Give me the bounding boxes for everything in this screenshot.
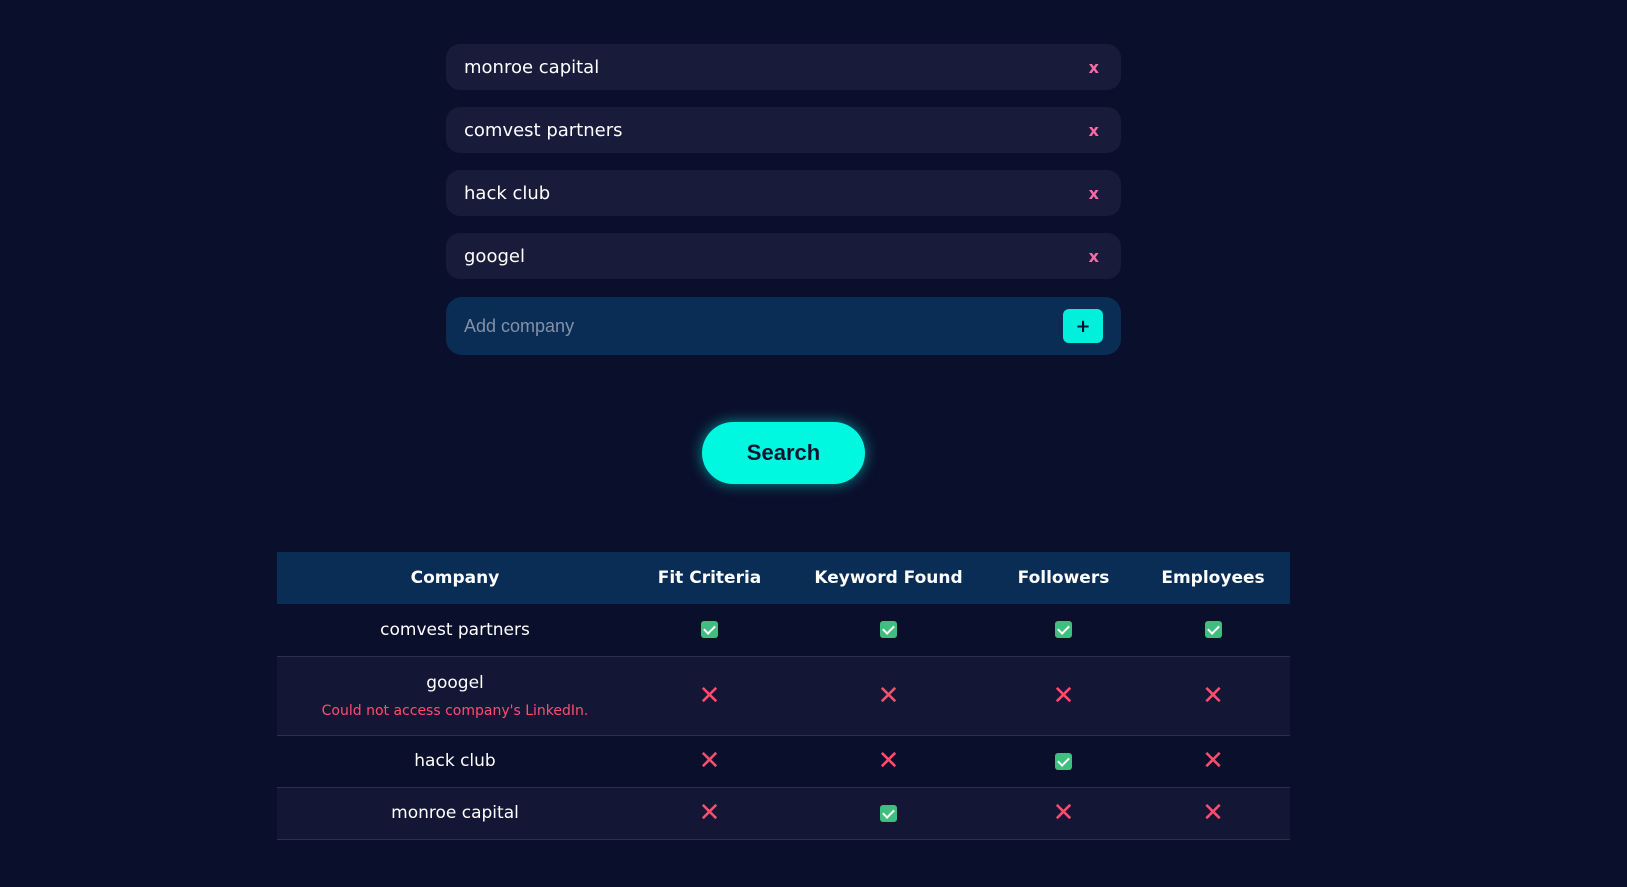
company-chip-label: hack club — [464, 182, 551, 204]
header-employees: Employees — [1136, 552, 1290, 604]
header-company: Company — [277, 552, 633, 604]
cross-icon: ✕ — [698, 798, 721, 828]
company-chip-label: monroe capital — [464, 56, 600, 78]
table-header-row: Company Fit Criteria Keyword Found Follo… — [277, 552, 1290, 604]
remove-company-button[interactable]: x — [1085, 182, 1103, 205]
cross-icon: ✕ — [1202, 680, 1224, 711]
cross-icon: ✕ — [1052, 680, 1075, 711]
keyword-found-cell: ✕ — [786, 735, 991, 788]
company-chip: googel x — [446, 233, 1121, 279]
cross-icon: ✕ — [1052, 798, 1075, 828]
table-row: monroe capital ✕ ✕ ✕ — [277, 787, 1290, 840]
table-row: comvest partners — [277, 604, 1290, 657]
add-company-input[interactable] — [464, 315, 1024, 337]
company-name: monroe capital — [391, 803, 519, 823]
header-keyword-found: Keyword Found — [786, 552, 991, 604]
fit-criteria-cell: ✕ — [633, 656, 786, 736]
company-name: comvest partners — [380, 619, 530, 640]
company-cell: googel Could not access company's LinkedI… — [277, 656, 633, 736]
remove-company-button[interactable]: x — [1085, 119, 1103, 142]
fit-criteria-cell: ✕ — [633, 787, 786, 840]
employees-cell: ✕ — [1136, 656, 1290, 736]
check-icon — [701, 621, 718, 639]
company-cell: comvest partners — [277, 604, 633, 657]
company-chip-label: googel — [464, 245, 525, 267]
header-followers: Followers — [991, 552, 1136, 604]
fit-criteria-cell — [633, 604, 786, 657]
table-row: hack club ✕ ✕ ✕ — [277, 735, 1290, 788]
table-row: googel Could not access company's LinkedI… — [277, 656, 1290, 736]
check-icon — [1055, 752, 1072, 770]
cross-icon: ✕ — [698, 680, 721, 711]
add-company-row: + — [446, 297, 1121, 355]
fit-criteria-cell: ✕ — [633, 735, 786, 788]
error-message: Could not access company's LinkedIn. — [321, 702, 589, 719]
cross-icon: ✕ — [1202, 798, 1224, 828]
employees-cell: ✕ — [1136, 735, 1290, 788]
company-list: monroe capital x comvest partners x hack… — [446, 44, 1121, 296]
company-chip: monroe capital x — [446, 44, 1121, 90]
add-company-button[interactable]: + — [1063, 309, 1103, 343]
company-chip: comvest partners x — [446, 107, 1121, 153]
search-button[interactable]: Search — [702, 422, 865, 484]
cross-icon: ✕ — [1202, 746, 1224, 776]
employees-cell: ✕ — [1136, 787, 1290, 840]
check-icon — [1204, 621, 1222, 639]
header-fit-criteria: Fit Criteria — [633, 552, 786, 604]
company-cell: monroe capital — [277, 787, 633, 840]
company-name: googel — [426, 672, 484, 693]
check-icon — [1055, 621, 1072, 639]
employees-cell — [1136, 604, 1290, 657]
remove-company-button[interactable]: x — [1085, 245, 1103, 268]
company-chip: hack club x — [446, 170, 1121, 216]
followers-cell: ✕ — [991, 656, 1136, 736]
company-cell: hack club — [277, 735, 633, 788]
keyword-found-cell — [786, 787, 991, 840]
followers-cell: ✕ — [991, 787, 1136, 840]
results-table: Company Fit Criteria Keyword Found Follo… — [277, 552, 1290, 840]
check-icon — [880, 621, 897, 639]
followers-cell — [991, 735, 1136, 788]
cross-icon: ✕ — [877, 680, 900, 711]
cross-icon: ✕ — [877, 746, 900, 776]
keyword-found-cell — [786, 604, 991, 657]
keyword-found-cell: ✕ — [786, 656, 991, 736]
cross-icon: ✕ — [698, 746, 721, 776]
check-icon — [880, 804, 897, 822]
company-name: hack club — [414, 751, 496, 771]
company-chip-label: comvest partners — [464, 119, 623, 141]
remove-company-button[interactable]: x — [1085, 56, 1103, 79]
followers-cell — [991, 604, 1136, 657]
